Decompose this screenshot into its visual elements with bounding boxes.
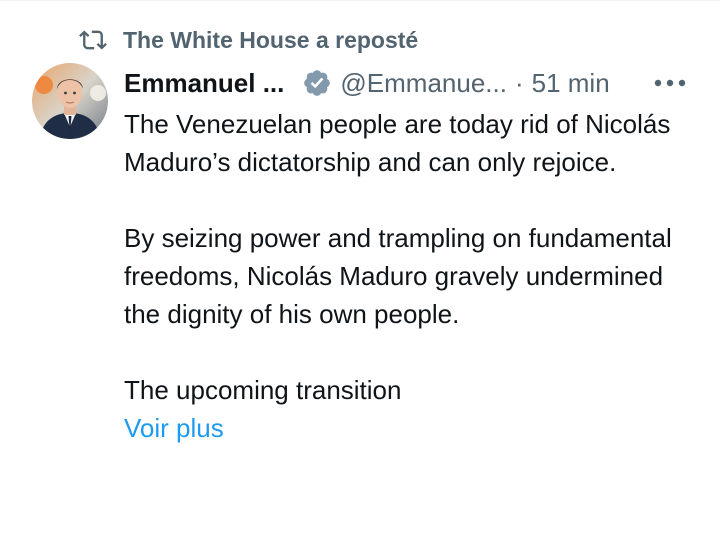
more-icon (654, 79, 686, 87)
verified-badge-icon[interactable] (302, 68, 332, 98)
tweet[interactable]: The White House a reposté Emmanuel ... @… (0, 0, 720, 536)
tweet-paragraph: By seizing power and trampling on fundam… (124, 223, 672, 329)
repost-icon (78, 25, 108, 55)
see-more-link[interactable]: Voir plus (124, 409, 224, 447)
repost-label: The White House a reposté (123, 26, 419, 53)
tweet-text: The Venezuelan people are today rid of N… (124, 105, 704, 447)
separator: · (514, 67, 524, 98)
timestamp[interactable]: 51 min (532, 68, 610, 99)
tweet-header: Emmanuel ... @Emmanue... · 51 min (124, 62, 690, 104)
repost-context[interactable]: The White House a reposté (78, 22, 418, 58)
more-options-button[interactable] (648, 64, 692, 102)
author-name[interactable]: Emmanuel ... (124, 68, 284, 99)
avatar[interactable] (32, 63, 108, 139)
divider (0, 0, 720, 1)
tweet-paragraph: The upcoming transition (124, 375, 402, 405)
author-handle[interactable]: @Emmanue... (340, 68, 507, 99)
tweet-paragraph: The Venezuelan people are today rid of N… (124, 109, 671, 177)
